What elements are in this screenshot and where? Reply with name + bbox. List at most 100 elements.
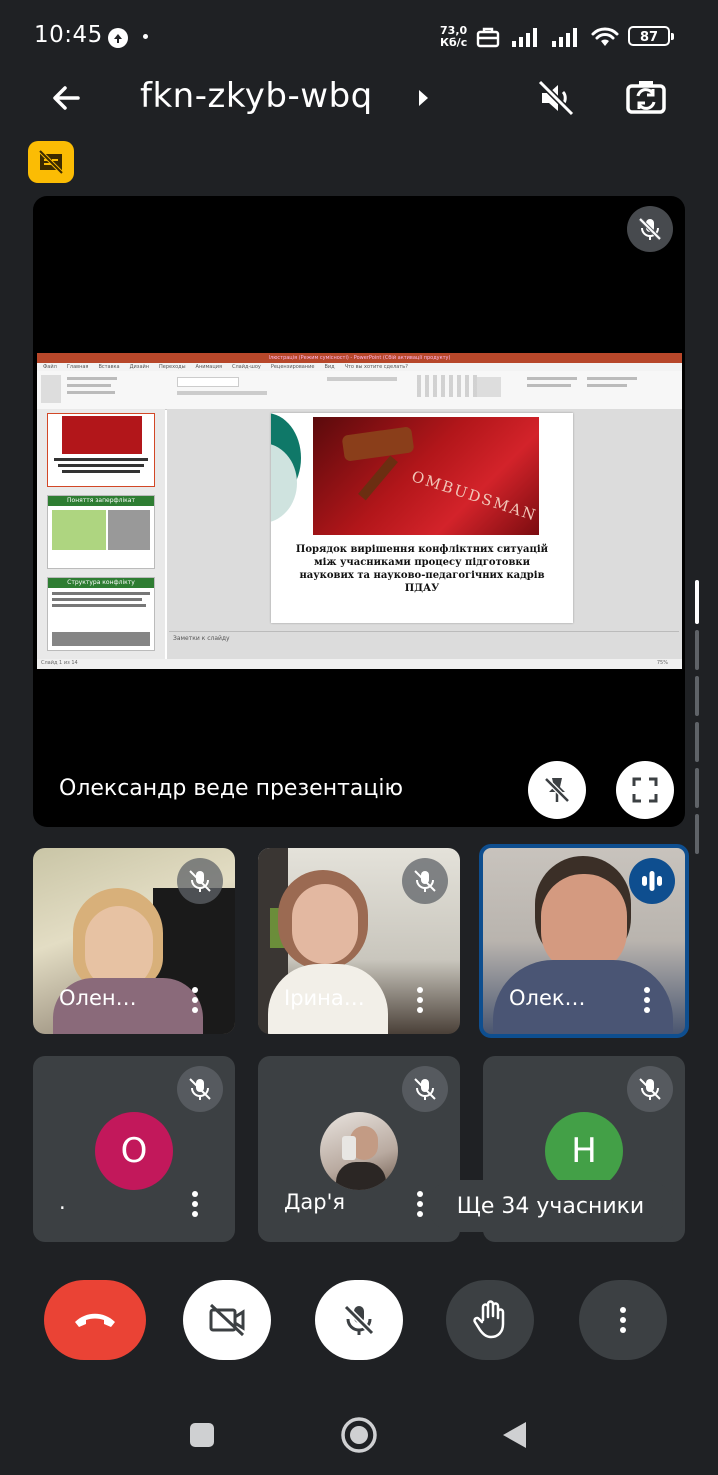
thumbnail-2-title: Поняття заперфлікат (48, 496, 154, 506)
ppt-tab: Дизайн (129, 364, 150, 370)
ppt-ribbon (37, 371, 682, 410)
battery-indicator: 87 (628, 26, 674, 46)
mic-off-badge (402, 858, 448, 904)
ppt-edit-canvas: OMBUDSMAN Порядок вирішення конфліктних … (167, 409, 682, 659)
more-options-button[interactable] (579, 1280, 667, 1360)
shared-screen-tile[interactable]: Ілюстрація (Режим сумісності) - PowerPoi… (33, 196, 685, 827)
participant-name: . (59, 1190, 66, 1214)
slide-counter: Слайд 1 из 14 (41, 660, 78, 666)
mic-off-icon (639, 1078, 661, 1100)
chevron-right-icon[interactable] (416, 88, 430, 108)
notes-placeholder: Заметки к слайду (173, 635, 230, 642)
mic-off-icon (343, 1304, 375, 1336)
participant-tile-1[interactable]: Олен… (33, 848, 235, 1034)
avatar-photo (320, 1112, 398, 1190)
mic-off-badge (177, 858, 223, 904)
mic-off-icon (189, 870, 211, 892)
recording-disabled-badge[interactable] (28, 141, 74, 183)
ppt-tab: Что вы хотите сделать? (344, 364, 408, 370)
raise-hand-button[interactable] (446, 1280, 534, 1360)
signal-icon-2 (552, 28, 577, 47)
home-icon[interactable] (340, 1416, 378, 1454)
hang-up-icon (75, 1313, 115, 1327)
powerpoint-window: Ілюстрація (Режим сумісності) - PowerPoi… (37, 353, 682, 669)
ppt-tab: Рецензирование (270, 364, 315, 370)
network-speed: 73,0 Кб/с (440, 25, 467, 49)
more-options-icon[interactable] (191, 1190, 199, 1218)
ppt-tab: Файл (43, 364, 57, 370)
mic-off-badge (402, 1066, 448, 1112)
ppt-zoom: 75% (656, 660, 668, 666)
participant-name: Олен… (59, 986, 137, 1010)
participant-tile-2[interactable]: Ірина… (258, 848, 460, 1034)
audio-level-icon (642, 871, 662, 891)
more-participants-chip[interactable]: Ще 34 учасники (428, 1180, 673, 1232)
mic-off-icon (189, 1078, 211, 1100)
participant-tile-4[interactable]: О . (33, 1056, 235, 1242)
scroll-indicator (695, 580, 699, 860)
fullscreen-icon (632, 777, 658, 803)
status-bar: 10:45 73,0 Кб/с 87 (0, 0, 718, 72)
meeting-code[interactable]: fkn-zkyb-wbq (140, 76, 373, 116)
participant-tile-3-speaking[interactable]: Олек… (479, 844, 689, 1038)
avatar: Н (545, 1112, 623, 1190)
ppt-statusbar: Слайд 1 из 14 75% (37, 659, 682, 669)
thumbnail-3: Структура конфлікту (47, 577, 155, 651)
mic-off-icon (414, 1078, 436, 1100)
ppt-tab-list: Файл Главная Вставка Дизайн Переходы Анимация… (37, 363, 682, 371)
thumbnail-2: Поняття заперфлікат (47, 495, 155, 569)
briefcase-icon (476, 27, 500, 48)
more-notifications-dot (143, 34, 148, 39)
presenter-muted-badge (627, 206, 673, 252)
ppt-tab: Вставка (98, 364, 120, 370)
ppt-slide-thumbnails: Поняття заперфлікат Структура конфлікту (37, 409, 165, 659)
ppt-ribbon-tabs: Файл Главная Вставка Дизайн Переходы Анимация… (37, 363, 682, 371)
more-options-icon[interactable] (191, 986, 199, 1014)
thumbnail-3-title: Структура конфлікту (48, 578, 154, 588)
participant-name: Дар'я (284, 1190, 346, 1214)
camera-toggle-button[interactable] (183, 1280, 271, 1360)
signal-icon-1 (512, 28, 537, 47)
ppt-tab: Вид (324, 364, 335, 370)
more-options-icon[interactable] (416, 986, 424, 1014)
slide-photo-text: OMBUDSMAN (409, 467, 540, 525)
mic-off-badge (177, 1066, 223, 1112)
ppt-tab: Главная (66, 364, 89, 370)
clock: 10:45 (34, 22, 103, 48)
more-options-icon[interactable] (416, 1190, 424, 1218)
thumbnail-1 (47, 413, 155, 487)
network-speed-unit: Кб/с (440, 36, 468, 49)
wifi-icon (591, 27, 619, 46)
speaking-indicator (629, 858, 675, 904)
slide-photo-gavel: OMBUDSMAN (313, 417, 540, 535)
pin-off-icon (544, 777, 570, 803)
ppt-titlebar: Ілюстрація (Режим сумісності) - PowerPoi… (37, 353, 682, 363)
recent-apps-icon[interactable] (188, 1421, 216, 1449)
back-arrow-icon[interactable] (48, 80, 84, 116)
presenter-label: Олександр веде презентацію (59, 776, 403, 801)
switch-camera-icon[interactable] (624, 76, 668, 120)
ppt-tab: Переходы (159, 364, 186, 370)
current-slide: OMBUDSMAN Порядок вирішення конфліктних … (271, 413, 573, 623)
participant-name: Ірина… (284, 986, 365, 1010)
mic-toggle-button[interactable] (315, 1280, 403, 1360)
unpin-button[interactable] (528, 761, 586, 819)
notification-icon (108, 28, 128, 48)
camera-off-icon (209, 1303, 245, 1337)
more-options-icon[interactable] (643, 986, 651, 1014)
slide-title: Порядок вирішення конфліктних ситуацій м… (295, 544, 549, 594)
mic-off-icon (638, 217, 662, 241)
speaker-muted-icon[interactable] (536, 78, 576, 118)
mic-off-badge (627, 1066, 673, 1112)
avatar: О (95, 1112, 173, 1190)
ppt-tab: Слайд-шоу (231, 364, 261, 370)
participant-name: Олек… (509, 986, 586, 1010)
ppt-tab: Анимация (195, 364, 222, 370)
mic-off-icon (414, 870, 436, 892)
more-vert-icon (620, 1307, 626, 1333)
back-nav-icon[interactable] (500, 1420, 528, 1450)
no-caption-icon (38, 150, 64, 174)
hand-icon (473, 1300, 505, 1339)
end-call-button[interactable] (44, 1280, 146, 1360)
fullscreen-button[interactable] (616, 761, 674, 819)
